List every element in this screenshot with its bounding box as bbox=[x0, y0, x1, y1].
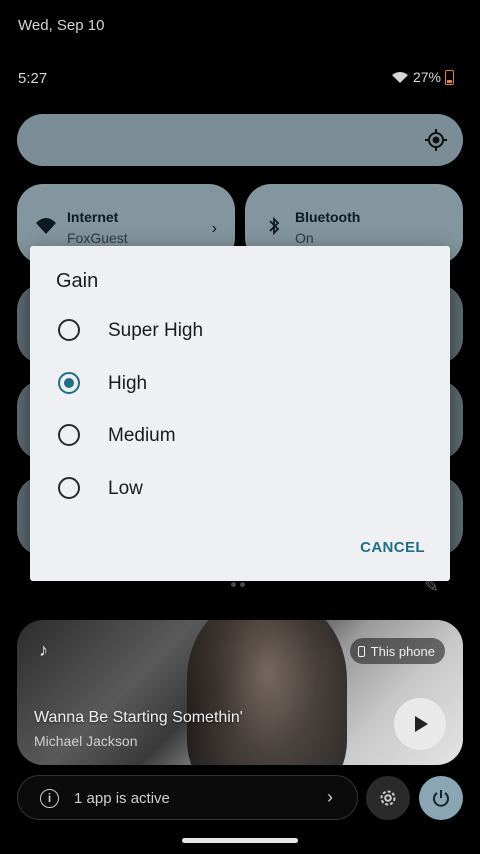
radio-button-selected[interactable] bbox=[58, 372, 80, 394]
active-apps-label: 1 app is active bbox=[74, 790, 170, 807]
tile-bluetooth-title: Bluetooth bbox=[295, 209, 361, 225]
wifi-icon bbox=[36, 218, 56, 234]
brightness-slider[interactable] bbox=[17, 114, 463, 166]
battery-percent: 27% bbox=[412, 69, 441, 85]
option-high[interactable]: High bbox=[30, 357, 450, 409]
tile-internet-title: Internet bbox=[67, 209, 119, 225]
power-icon bbox=[433, 790, 449, 807]
radio-button[interactable] bbox=[58, 319, 80, 341]
tile-internet-subtitle: FoxGuest bbox=[67, 230, 128, 246]
output-device-label: This phone bbox=[370, 643, 435, 659]
power-button[interactable] bbox=[419, 776, 463, 820]
radio-button[interactable] bbox=[58, 477, 80, 499]
battery-icon bbox=[445, 69, 454, 85]
option-medium[interactable]: Medium bbox=[30, 409, 450, 461]
page-indicator bbox=[231, 582, 245, 587]
option-label: Super High bbox=[108, 320, 204, 341]
chevron-right-icon: › bbox=[211, 220, 217, 237]
song-title: Wanna Be Starting Somethin' bbox=[34, 709, 243, 726]
option-low[interactable]: Low bbox=[30, 462, 450, 514]
chevron-right-icon: › bbox=[327, 787, 333, 807]
settings-button[interactable] bbox=[366, 776, 410, 820]
option-label: Low bbox=[108, 478, 143, 499]
dialog-title: Gain bbox=[56, 270, 99, 292]
media-player[interactable]: ♪ This phone Wanna Be Starting Somethin'… bbox=[17, 620, 463, 765]
option-label: High bbox=[108, 373, 148, 394]
phone-icon bbox=[357, 645, 365, 657]
gain-dialog: Gain Super High High Medium Low CANCEL bbox=[30, 246, 450, 581]
cancel-button[interactable]: CANCEL bbox=[360, 539, 425, 556]
status-icons: 27% bbox=[391, 69, 454, 85]
radio-button[interactable] bbox=[58, 424, 80, 446]
navigation-handle[interactable] bbox=[182, 838, 298, 843]
status-time: 5:27 bbox=[18, 70, 48, 87]
album-art bbox=[187, 620, 347, 765]
artist-name: Michael Jackson bbox=[34, 733, 138, 749]
active-apps-bar[interactable]: i 1 app is active › bbox=[17, 775, 358, 820]
brightness-icon bbox=[425, 129, 447, 151]
gear-icon bbox=[380, 790, 396, 806]
play-button[interactable] bbox=[394, 698, 446, 750]
tile-bluetooth-subtitle: On bbox=[295, 230, 314, 246]
music-note-icon: ♪ bbox=[39, 640, 48, 660]
bluetooth-icon bbox=[269, 216, 280, 236]
wifi-signal-icon bbox=[391, 72, 408, 83]
status-date: Wed, Sep 10 bbox=[18, 17, 105, 34]
info-icon: i bbox=[40, 789, 59, 808]
output-device-chip[interactable]: This phone bbox=[349, 638, 445, 664]
option-label: Medium bbox=[108, 425, 176, 446]
option-super-high[interactable]: Super High bbox=[30, 304, 450, 356]
